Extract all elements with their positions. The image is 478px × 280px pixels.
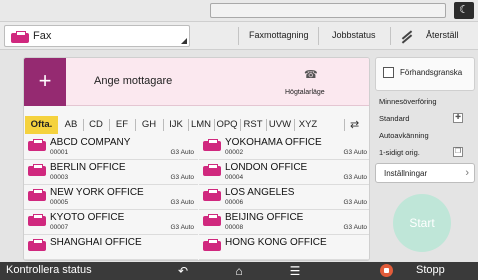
list-item[interactable]: YOKOHAMA OFFICE 00002 G3 Auto [199,136,369,160]
list-item[interactable]: LOS ANGELES 00006 G3 Auto [199,186,369,210]
start-button[interactable]: Start [393,194,451,252]
list-item[interactable]: HONG KONG OFFICE [199,236,369,260]
fax-reception-button[interactable]: Faxmottagning [249,30,309,40]
list-item[interactable]: BEIJING OFFICE 00008 G3 Auto [199,211,369,235]
energy-saver-icon[interactable]: ☾ [454,2,474,19]
chevron-right-icon: › [465,167,469,179]
app-header: Fax Faxmottagning Jobbstatus Återställ [0,22,478,50]
fax-screen: ☾ Fax Faxmottagning Jobbstatus Återställ… [0,0,478,280]
original-sides-icon: ❐ [453,147,463,157]
phone-icon: ☎ [304,69,318,81]
tab-uvw[interactable]: UVW [266,116,294,134]
settings-button[interactable]: Inställningar › [375,163,475,183]
memory-transmission-label[interactable]: Minnesöverföring [379,97,437,106]
list-item[interactable]: BERLIN OFFICE 00003 G3 Auto [24,161,198,185]
settings-label: Inställningar [384,169,428,178]
resolution-label[interactable]: Standard [379,114,409,123]
fax-app-icon [11,31,29,43]
back-icon[interactable]: ↶ [174,263,192,279]
reset-icon [401,30,413,44]
job-status-button[interactable]: Jobbstatus [332,30,376,40]
auto-detect-label[interactable]: Autoavkänning [379,131,429,140]
fax-destination-icon [203,139,221,151]
menu-icon[interactable]: ☰ [286,263,304,279]
fax-destination-icon [28,189,46,201]
list-item[interactable]: KYOTO OFFICE 00007 G3 Auto [24,211,198,235]
tab-ofta[interactable]: Ofta. [25,116,58,134]
stop-button[interactable]: Stopp [416,264,445,276]
home-icon[interactable]: ⌂ [230,263,248,279]
system-status-bar: ☾ [0,0,478,22]
index-tabs: Ofta. AB CD EF GH IJK LMN OPQ RST UVW XY… [24,116,369,134]
fax-destination-icon [28,214,46,226]
preview-checkbox[interactable] [383,67,394,78]
list-item[interactable]: LONDON OFFICE 00004 G3 Auto [199,161,369,185]
tab-xyz[interactable]: XYZ [294,116,322,134]
add-destination-label: Ange mottagare [94,75,173,87]
fax-destination-icon [203,164,221,176]
settings-panel: Förhandsgranska Minnesöverföring Standar… [371,57,475,261]
preview-toggle[interactable]: Förhandsgranska [375,57,475,91]
fax-destination-icon [203,239,221,251]
check-status-button[interactable]: Kontrollera status [6,264,92,276]
speaker-mode-button[interactable]: Högtalarläge [285,89,325,96]
tab-lmn[interactable]: LMN [188,116,214,134]
resolution-icon: ✚ [453,113,463,123]
list-item[interactable]: ABCD COMPANY 00001 G3 Auto [24,136,198,160]
destination-entry-row[interactable]: + Ange mottagare ☎ Högtalarläge [24,58,369,106]
fax-destination-icon [28,239,46,251]
tab-rst[interactable]: RST [240,116,266,134]
bottom-bar: Kontrollera status ↶ ⌂ ☰ Stopp [0,262,478,280]
sort-swap-icon[interactable]: ⇄ [350,119,366,131]
add-destination-button[interactable]: + [24,58,66,106]
fax-destination-icon [28,139,46,151]
list-item[interactable]: NEW YORK OFFICE 00005 G3 Auto [24,186,198,210]
selector-corner-icon [181,38,187,44]
tab-opq[interactable]: OPQ [214,116,240,134]
destination-panel: + Ange mottagare ☎ Högtalarläge Ofta. AB… [23,57,370,261]
fax-destination-icon [203,189,221,201]
list-item[interactable]: SHANGHAI OFFICE [24,236,198,260]
tab-gh[interactable]: GH [136,116,162,134]
tab-ijk[interactable]: IJK [164,116,188,134]
original-sides-label[interactable]: 1-sidigt orig. [379,148,420,157]
app-selector[interactable]: Fax [4,25,190,47]
system-message-area [210,3,446,18]
stop-icon [380,264,393,277]
app-name: Fax [33,30,52,42]
fax-destination-icon [203,214,221,226]
tab-ab[interactable]: AB [60,116,82,134]
reset-button[interactable]: Återställ [426,30,459,40]
address-book-list: ABCD COMPANY 00001 G3 Auto YOKOHAMA OFFI… [24,136,369,260]
fax-destination-icon [28,164,46,176]
tab-ef[interactable]: EF [110,116,134,134]
preview-label: Förhandsgranska [400,68,463,77]
tab-cd[interactable]: CD [84,116,108,134]
